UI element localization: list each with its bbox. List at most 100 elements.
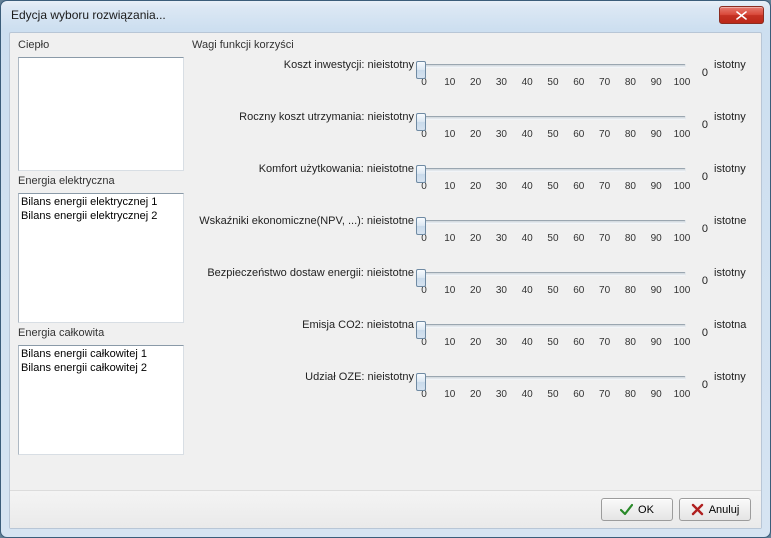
tick-label: 50	[544, 389, 562, 400]
cancel-icon	[691, 503, 704, 516]
tick-label: 70	[596, 337, 614, 348]
tick-label: 50	[544, 77, 562, 88]
tick-label: 100	[673, 129, 691, 140]
tick-label: 40	[518, 129, 536, 140]
tick-label: 40	[518, 233, 536, 244]
tick-label: 100	[673, 389, 691, 400]
slider-row: Udział OZE: nieistotny010203040506070809…	[192, 371, 753, 405]
client-area: Ciepło Energia elektryczna Bilans energi…	[9, 32, 762, 529]
slider-value: 0	[692, 59, 708, 79]
titlebar[interactable]: Edycja wyboru rozwiązania...	[1, 1, 770, 29]
button-bar: OK Anuluj	[10, 490, 761, 528]
slider-thumb[interactable]	[416, 217, 426, 235]
slider-thumb[interactable]	[416, 165, 426, 183]
slider[interactable]: 0102030405060708090100	[420, 163, 686, 192]
list-item[interactable]: Bilans energii całkowitej 1	[21, 347, 181, 361]
tick-label: 70	[596, 389, 614, 400]
tick-label: 60	[570, 77, 588, 88]
tick-label: 30	[492, 337, 510, 348]
list-item[interactable]: Bilans energii elektrycznej 2	[21, 209, 181, 223]
ok-button[interactable]: OK	[601, 498, 673, 521]
slider-label-right: istotna	[708, 319, 753, 331]
slider-thumb[interactable]	[416, 269, 426, 287]
tick-label: 90	[647, 181, 665, 192]
slider-row: Wskaźniki ekonomiczne(NPV, ...): nieisto…	[192, 215, 753, 249]
slider[interactable]: 0102030405060708090100	[420, 267, 686, 296]
slider-thumb[interactable]	[416, 113, 426, 131]
tick-label: 20	[467, 389, 485, 400]
slider-thumb[interactable]	[416, 373, 426, 391]
slider[interactable]: 0102030405060708090100	[420, 111, 686, 140]
slider-label-right: istotny	[708, 111, 753, 123]
tick-label: 90	[647, 77, 665, 88]
tick-label: 10	[441, 337, 459, 348]
heat-listbox[interactable]	[18, 57, 184, 171]
ok-button-label: OK	[638, 504, 654, 516]
slider-value: 0	[692, 267, 708, 287]
tick-label: 30	[492, 181, 510, 192]
tick-label: 80	[621, 389, 639, 400]
slider-value: 0	[692, 319, 708, 339]
left-column: Ciepło Energia elektryczna Bilans energi…	[18, 39, 184, 486]
slider-thumb[interactable]	[416, 321, 426, 339]
slider-label-left: Emisja CO2: nieistotna	[192, 319, 420, 331]
slider-value: 0	[692, 111, 708, 131]
tick-label: 100	[673, 285, 691, 296]
slider-label-right: istotny	[708, 59, 753, 71]
tick-label: 30	[492, 129, 510, 140]
tick-label: 90	[647, 285, 665, 296]
slider-group: Koszt inwestycji: nieistotny 0 10 20 30 40 50 6…	[192, 59, 753, 405]
list-item[interactable]: Bilans energii całkowitej 2	[21, 361, 181, 375]
slider-thumb[interactable]	[416, 61, 426, 79]
tick-label: 100	[673, 233, 691, 244]
slider-row: Koszt inwestycji: nieistotny010203040506…	[192, 59, 753, 93]
slider-label-left: Udział OZE: nieistotny	[192, 371, 420, 383]
slider-label-left: Komfort użytkowania: nieistotne	[192, 163, 420, 175]
weights-groupbox-label: Wagi funkcji korzyści	[192, 39, 753, 51]
tick-label: 80	[621, 337, 639, 348]
heat-label: Ciepło	[18, 39, 184, 51]
close-icon	[736, 11, 747, 20]
total-listbox[interactable]: Bilans energii całkowitej 1Bilans energi…	[18, 345, 184, 455]
tick-label: 10	[441, 233, 459, 244]
slider[interactable]: 0102030405060708090100	[420, 319, 686, 348]
tick-label: 40	[518, 337, 536, 348]
slider-row: Roczny koszt utrzymania: nieistotny01020…	[192, 111, 753, 145]
slider-label-left: Roczny koszt utrzymania: nieistotny	[192, 111, 420, 123]
tick-label: 100	[673, 337, 691, 348]
slider-label-left: Bezpieczeństwo dostaw energii: nieistotn…	[192, 267, 420, 279]
tick-label: 10	[441, 285, 459, 296]
slider[interactable]: 0102030405060708090100	[420, 215, 686, 244]
slider-label-right: istotny	[708, 267, 753, 279]
slider-row: Emisja CO2: nieistotna010203040506070809…	[192, 319, 753, 353]
close-button[interactable]	[719, 6, 764, 24]
tick-label: 90	[647, 337, 665, 348]
tick-label: 30	[492, 233, 510, 244]
slider-label-left: Koszt inwestycji: nieistotny	[192, 59, 420, 71]
tick-label: 100	[673, 77, 691, 88]
tick-label: 90	[647, 389, 665, 400]
window-title: Edycja wyboru rozwiązania...	[11, 8, 719, 22]
tick-label: 60	[570, 181, 588, 192]
tick-label: 60	[570, 129, 588, 140]
cancel-button-label: Anuluj	[709, 504, 740, 516]
tick-label: 20	[467, 233, 485, 244]
cancel-button[interactable]: Anuluj	[679, 498, 751, 521]
tick-label: 10	[441, 181, 459, 192]
tick-label: 80	[621, 285, 639, 296]
tick-label: 70	[596, 129, 614, 140]
tick-label: 70	[596, 233, 614, 244]
tick-label: 20	[467, 337, 485, 348]
elec-label: Energia elektryczna	[18, 175, 184, 187]
tick-label: 80	[621, 181, 639, 192]
list-item[interactable]: Bilans energii elektrycznej 1	[21, 195, 181, 209]
tick-label: 40	[518, 389, 536, 400]
tick-label: 20	[467, 129, 485, 140]
slider-value: 0	[692, 215, 708, 235]
tick-label: 30	[492, 389, 510, 400]
elec-listbox[interactable]: Bilans energii elektrycznej 1Bilans ener…	[18, 193, 184, 323]
tick-label: 70	[596, 181, 614, 192]
slider[interactable]: 0102030405060708090100	[420, 371, 686, 400]
slider-value: 0	[692, 163, 708, 183]
slider[interactable]: 0102030405060708090100	[420, 59, 686, 88]
